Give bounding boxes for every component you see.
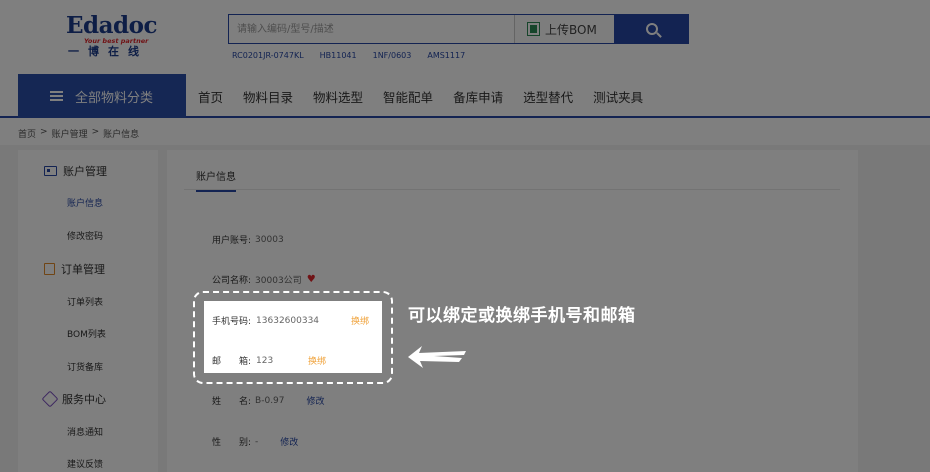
- left-arrow-icon: [408, 346, 466, 368]
- dashed-highlight-frame: [193, 291, 393, 384]
- guide-overlay: [0, 0, 930, 472]
- guide-annotation-text: 可以绑定或换绑手机号和邮箱: [408, 306, 636, 326]
